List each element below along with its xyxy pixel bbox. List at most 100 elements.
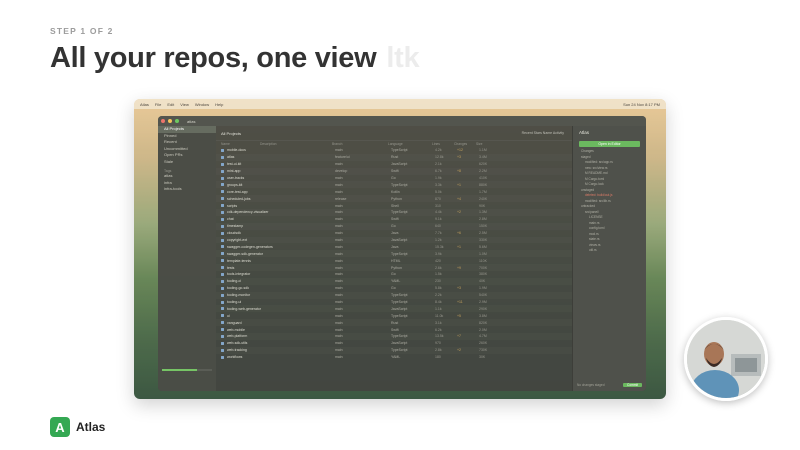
cell-name: workflows <box>227 355 243 360</box>
cell-size: 620K <box>479 162 488 167</box>
table-row[interactable]: timestamp main Go 640 150K <box>216 223 572 230</box>
table-row[interactable]: core-test-app main Kotlin 5.0k 1.7M <box>216 188 572 195</box>
table-row[interactable]: tooling-go-sdk main Go 5.8k +3 1.9M <box>216 285 572 292</box>
menu-item-help[interactable]: Help <box>215 102 223 107</box>
cell-changes: +3 <box>457 286 461 291</box>
repo-icon <box>221 286 224 290</box>
brand-footer: A Atlas <box>50 417 105 437</box>
cell-lines: 2.1k <box>435 162 442 167</box>
cell-branch: feature/ui <box>335 155 350 160</box>
column-header[interactable]: Changes <box>454 142 476 146</box>
footer-status: No changes staged <box>577 382 605 387</box>
column-header[interactable]: Size <box>476 142 494 146</box>
sidebar-item-stale[interactable]: Stale <box>158 159 216 166</box>
detail-panel: Atlas Open in Editor Changes staged modifi… <box>572 126 646 391</box>
table-row[interactable]: copyright-ext main JavaScript 1.2k 330K <box>216 237 572 244</box>
cell-size: 240K <box>479 196 488 201</box>
tree-line[interactable]: util.rs <box>573 248 646 254</box>
table-row[interactable]: groups-kit main TypeScript 3.3k +1 880K <box>216 181 572 188</box>
table-row[interactable]: tools-integrator main Go 1.5k 380K <box>216 271 572 278</box>
menu-item-atlas[interactable]: Atlas <box>140 102 149 107</box>
window-title: atlas <box>187 118 196 124</box>
cell-changes: +4 <box>457 196 461 201</box>
cell-branch: main <box>335 293 343 298</box>
table-row[interactable]: tooling-web-generator main JavaScript 1.1k 2… <box>216 305 572 312</box>
table-row[interactable]: mobile-docs main TypeScript 4.2k +12 1.1M <box>216 147 572 154</box>
table-row[interactable]: swagger-codegen-generators main Java 15.3k +… <box>216 243 572 250</box>
table-row[interactable]: tooling-ui main TypeScript 8.4k +11 2.9M <box>216 299 572 306</box>
list-title: All Projects <box>221 130 242 136</box>
repo-icon <box>221 224 224 228</box>
column-header[interactable]: Language <box>388 142 432 146</box>
cell-branch: main <box>335 148 343 153</box>
cell-size: 1.7M <box>479 189 487 194</box>
table-row[interactable]: ui main TypeScript 11.0k +5 3.8M <box>216 312 572 319</box>
table-row[interactable]: swagger-sdk-generator main TypeScript 3.9k 1… <box>216 250 572 257</box>
cell-branch: main <box>335 265 343 270</box>
cell-language: Shell <box>391 203 399 208</box>
table-row[interactable]: vanguard main Rust 3.1k 820K <box>216 319 572 326</box>
table-row[interactable]: chat main Swift 9.1k 2.8M <box>216 216 572 223</box>
table-row[interactable]: web-sdk-utils main JavaScript 970 260K <box>216 340 572 347</box>
table-row[interactable]: web-mobile main Swift 6.2k 2.0M <box>216 326 572 333</box>
repo-icon <box>221 238 224 242</box>
repo-icon <box>221 300 224 304</box>
zoom-window-icon[interactable] <box>175 119 179 123</box>
column-header[interactable]: Description <box>260 142 332 146</box>
cell-changes: +1 <box>457 244 461 249</box>
table-row[interactable]: tooling-ci main YAML 230 40K <box>216 278 572 285</box>
cell-lines: 9.1k <box>435 217 442 222</box>
cell-lines: 1.2k <box>435 238 442 243</box>
table-row[interactable]: cloudsdk main Java 7.7k +6 2.5M <box>216 230 572 237</box>
table-row[interactable]: web-platform main TypeScript 13.5k +7 4.7M <box>216 333 572 340</box>
close-window-icon[interactable] <box>161 119 165 123</box>
table-row[interactable]: tests main Python 2.6k +9 700K <box>216 264 572 271</box>
cell-lines: 310 <box>435 203 441 208</box>
column-header[interactable]: Lines <box>432 142 454 146</box>
cell-branch: main <box>335 348 343 353</box>
cell-size: 1.9M <box>479 286 487 291</box>
menu-item-window[interactable]: Window <box>195 102 209 107</box>
menu-item-view[interactable]: View <box>180 102 189 107</box>
minimize-window-icon[interactable] <box>168 119 172 123</box>
repo-icon <box>221 355 224 359</box>
cell-changes: +6 <box>457 231 461 236</box>
cell-size: 3.4M <box>479 155 487 160</box>
cell-changes: +9 <box>457 265 461 270</box>
table-row[interactable]: test-ui-kit main JavaScript 2.1k 620K <box>216 161 572 168</box>
cell-lines: 8.4k <box>435 300 442 305</box>
table-row[interactable]: web-tracking main TypeScript 2.8k +2 730K <box>216 347 572 354</box>
table-row[interactable]: atlas feature/ui Rust 12.8k +3 3.4M <box>216 154 572 161</box>
cell-size: 2.9M <box>479 300 487 305</box>
table-row[interactable]: tooling-monitor main TypeScript 2.2k 540K <box>216 292 572 299</box>
menu-item-edit[interactable]: Edit <box>167 102 174 107</box>
table-row[interactable]: scheduled-jobs release Python 870 +4 240K <box>216 195 572 202</box>
repo-icon <box>221 279 224 283</box>
repo-icon <box>221 307 224 311</box>
app-window: atlas All Projects Pinned Recent Uncommitte… <box>158 116 646 391</box>
cell-branch: main <box>335 176 343 180</box>
sidebar-tag-infra-tools[interactable]: infra-tools <box>158 186 216 193</box>
cell-lines: 2.8k <box>435 348 442 353</box>
menu-item-file[interactable]: File <box>155 102 161 107</box>
table-row[interactable]: cdk-dependency-visualizer main TypeScript 4… <box>216 209 572 216</box>
table-row[interactable]: mini-app develop Swift 6.7k +8 2.2M <box>216 168 572 175</box>
open-in-editor-button[interactable]: Open in Editor <box>579 141 640 147</box>
table-row[interactable]: template-tennis main HTML 420 110K <box>216 257 572 264</box>
cell-name: groups-kit <box>227 182 243 187</box>
cell-size: 5.6M <box>479 244 487 249</box>
cell-name: scheduled-jobs <box>227 196 251 201</box>
table-row[interactable]: user-tracks main Go 1.9k 410K <box>216 175 572 182</box>
column-header[interactable]: Name <box>221 142 260 146</box>
cell-language: Kotlin <box>391 189 400 194</box>
cell-language: Swift <box>391 169 399 174</box>
table-row[interactable]: workflows main YAML 180 30K <box>216 354 572 361</box>
cell-name: user-tracks <box>227 176 245 180</box>
column-header[interactable]: Branch <box>332 142 388 146</box>
cell-size: 90K <box>479 203 486 208</box>
page-headline: All your repos, one view ltk <box>50 42 420 75</box>
sort-tabs[interactable]: Recent Stars Name Activity <box>522 131 564 135</box>
commit-button[interactable]: Commit <box>623 382 642 387</box>
table-row[interactable]: scripts main Shell 310 90K <box>216 202 572 209</box>
cell-size: 380K <box>479 272 488 277</box>
